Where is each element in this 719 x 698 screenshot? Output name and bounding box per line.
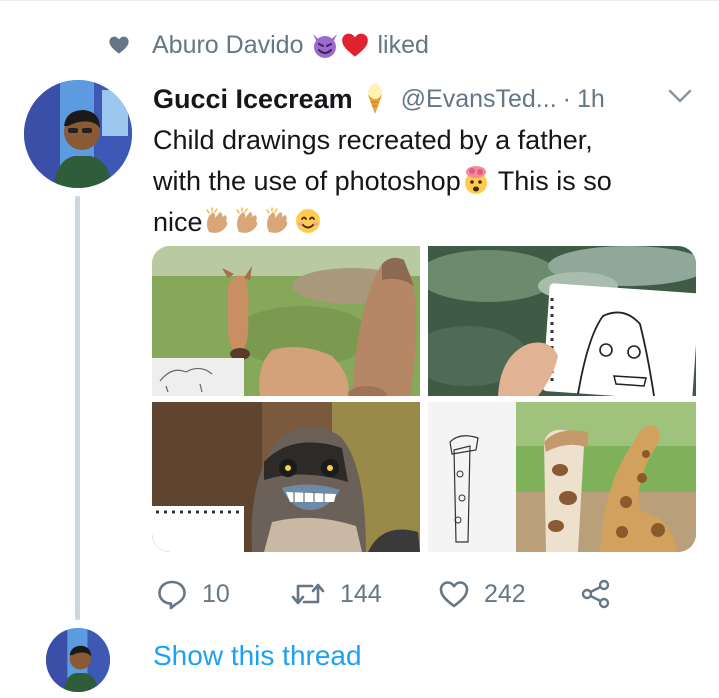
tweet-header: Gucci Icecream @EvansTed... · 1h	[153, 78, 605, 120]
red-heart-emoji-icon	[342, 33, 369, 57]
bird-photo	[152, 402, 420, 552]
giraffe-photo	[428, 402, 696, 552]
clapping-hands-emoji-icon	[235, 207, 257, 233]
tweet-text-line-1: Child drawings recreated by a father,	[153, 125, 593, 155]
chevron-down-icon[interactable]	[668, 88, 692, 104]
tweet-actions: 10 144 242	[152, 572, 632, 616]
avatar[interactable]	[24, 80, 132, 188]
tweet-text-line-3: nice	[153, 207, 203, 237]
like-count: 242	[484, 579, 526, 608]
exploding-head-emoji-icon	[464, 166, 487, 194]
avatar-image	[46, 628, 110, 692]
media-image-giraffe[interactable]	[428, 402, 696, 552]
top-divider	[0, 0, 719, 1]
heart-context-icon	[109, 36, 129, 54]
thread-avatar[interactable]	[46, 628, 110, 692]
retweet-count: 144	[340, 579, 382, 608]
show-this-thread-link[interactable]: Show this thread	[153, 640, 362, 672]
smiling-devil-emoji-icon	[313, 34, 338, 58]
liked-label: liked	[377, 30, 429, 59]
liker-name[interactable]: Aburo Davido	[152, 31, 303, 60]
user-handle[interactable]: @EvansTed...	[401, 85, 557, 114]
thread-connector-line	[75, 196, 80, 620]
clapping-hands-emoji-icon	[265, 207, 287, 233]
reply-button[interactable]: 10	[156, 572, 230, 616]
ice-cream-emoji-icon	[367, 83, 382, 114]
share-icon	[581, 579, 610, 609]
social-context: Aburo Davido liked	[108, 28, 429, 62]
reply-icon	[158, 580, 186, 610]
share-button[interactable]	[580, 572, 612, 616]
horse-photo	[152, 246, 420, 396]
media-image-horse[interactable]	[152, 246, 420, 396]
avatar-image	[24, 80, 132, 188]
tweet-text-line-2b: This is so	[490, 166, 612, 196]
smiling-face-emoji-icon	[295, 209, 320, 233]
tweet-text-line-2a: with the use of photoshop	[153, 166, 461, 196]
timestamp[interactable]: 1h	[577, 85, 605, 114]
media-grid	[152, 246, 696, 552]
retweet-button[interactable]: 144	[290, 572, 382, 616]
heart-icon	[439, 581, 469, 608]
clapping-hands-emoji-icon	[205, 207, 227, 233]
ghost-drawing-photo	[428, 246, 696, 396]
retweet-icon	[291, 583, 325, 605]
tweet-text: Child drawings recreated by a father, wi…	[153, 120, 698, 243]
display-name[interactable]: Gucci Icecream	[153, 84, 353, 115]
media-image-ghost-drawing[interactable]	[428, 246, 696, 396]
separator-dot: ·	[562, 84, 571, 113]
media-image-bird[interactable]	[152, 402, 420, 552]
reply-count: 10	[202, 579, 230, 608]
like-button[interactable]: 242	[438, 572, 526, 616]
